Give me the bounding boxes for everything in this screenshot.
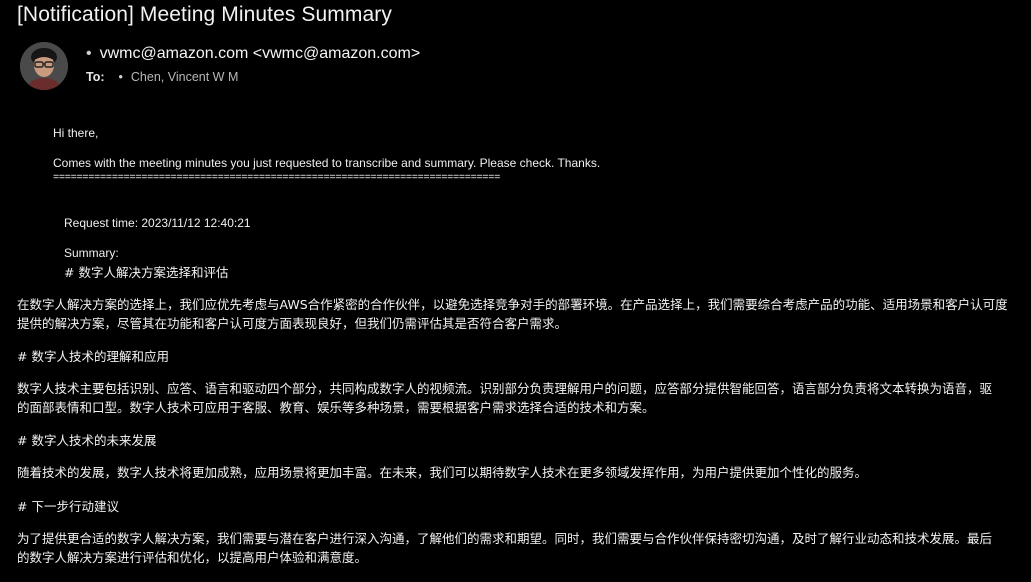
recipients-row: To: • Chen, Vincent W M <box>86 70 238 84</box>
separator: ========================================… <box>53 171 501 183</box>
intro-text: Comes with the meeting minutes you just … <box>53 156 601 170</box>
section-heading: # 下一步行动建议 <box>17 499 119 514</box>
bullet-icon: • <box>86 45 92 62</box>
bullet-icon: • <box>118 70 123 84</box>
email-viewer: [Notification] Meeting Minutes Summary •… <box>0 0 1031 582</box>
summary-label: Summary: <box>64 246 119 260</box>
avatar-icon <box>20 42 68 90</box>
section-line: 的面部表情和口型。数字人技术可应用于客服、教育、娱乐等多种场景，需要根据客户需求… <box>17 400 655 415</box>
section-heading: # 数字人解决方案选择和评估 <box>64 265 229 280</box>
section-line: 的数字人解决方案进行评估和优化，以提高用户体验和满意度。 <box>17 550 368 565</box>
section-heading: # 数字人技术的理解和应用 <box>17 349 169 364</box>
email-subject: [Notification] Meeting Minutes Summary <box>17 3 392 26</box>
section-line: 数字人技术主要包括识别、应答、语言和驱动四个部分，共同构成数字人的视频流。识别部… <box>17 381 993 396</box>
request-time: Request time: 2023/11/12 12:40:21 <box>64 216 251 230</box>
sender-line: • vwmc@amazon.com <vwmc@amazon.com> <box>86 45 420 63</box>
sender-address[interactable]: vwmc@amazon.com <vwmc@amazon.com> <box>100 45 421 62</box>
section-line: 提供的解决方案，尽管其在功能和客户认可度方面表现良好，但我们仍需评估其是否符合客… <box>17 316 568 331</box>
section-line: 为了提供更合适的数字人解决方案，我们需要与潜在客户进行深入沟通，了解他们的需求和… <box>17 531 993 546</box>
section-heading: # 数字人技术的未来发展 <box>17 433 157 448</box>
greeting: Hi there, <box>53 126 99 140</box>
to-label: To: <box>86 70 105 84</box>
recipient-chip[interactable]: Chen, Vincent W M <box>131 70 238 84</box>
section-line: 在数字人解决方案的选择上，我们应优先考虑与AWS合作紧密的合作伙伴，以避免选择竞… <box>17 297 1008 312</box>
sender-avatar[interactable] <box>20 42 68 90</box>
section-line: 随着技术的发展，数字人技术将更加成熟，应用场景将更加丰富。在未来，我们可以期待数… <box>17 465 868 480</box>
